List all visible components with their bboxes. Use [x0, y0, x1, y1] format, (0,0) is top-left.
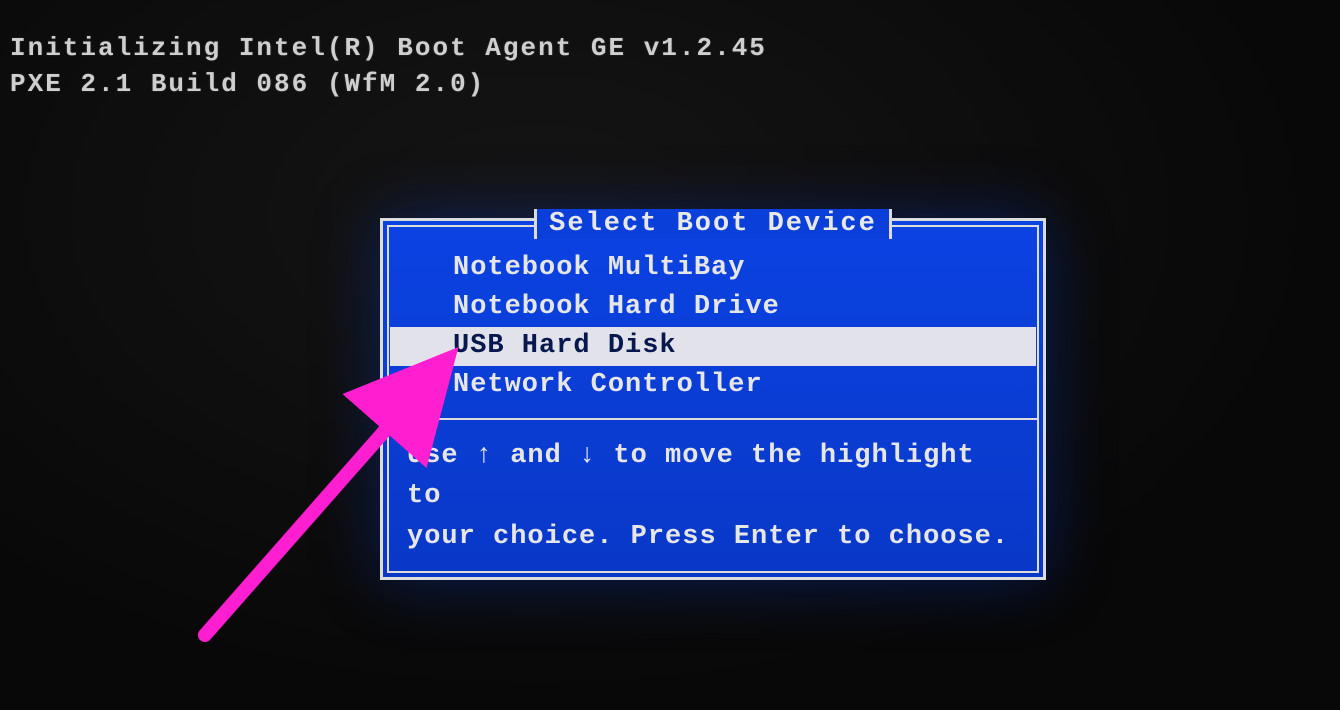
- boot-line-1: Initializing Intel(R) Boot Agent GE v1.2…: [10, 33, 767, 63]
- help-line-1: Use ↑ and ↓ to move the highlight to: [407, 441, 975, 512]
- bios-screen: Initializing Intel(R) Boot Agent GE v1.2…: [0, 0, 1340, 710]
- boot-messages: Initializing Intel(R) Boot Agent GE v1.2…: [10, 30, 767, 103]
- boot-line-2: PXE 2.1 Build 086 (WfM 2.0): [10, 69, 485, 99]
- help-line-2: your choice. Press Enter to choose.: [407, 522, 1009, 552]
- boot-item-usb[interactable]: USB Hard Disk: [390, 327, 1036, 366]
- boot-device-dialog-inner: Select Boot Device Notebook MultiBay Not…: [387, 225, 1039, 573]
- boot-item-label: USB Hard Disk: [453, 331, 677, 361]
- boot-item-label: Notebook Hard Drive: [453, 292, 780, 322]
- boot-item-network[interactable]: Network Controller: [389, 366, 1037, 405]
- boot-item-harddrive[interactable]: Notebook Hard Drive: [389, 288, 1037, 327]
- boot-item-label: Notebook MultiBay: [453, 253, 745, 283]
- boot-device-dialog: Select Boot Device Notebook MultiBay Not…: [380, 218, 1046, 580]
- boot-device-list[interactable]: Notebook MultiBay Notebook Hard Drive US…: [389, 227, 1037, 412]
- boot-device-help: Use ↑ and ↓ to move the highlight to you…: [389, 418, 1037, 572]
- boot-item-label: Network Controller: [453, 370, 763, 400]
- boot-item-multibay[interactable]: Notebook MultiBay: [389, 249, 1037, 288]
